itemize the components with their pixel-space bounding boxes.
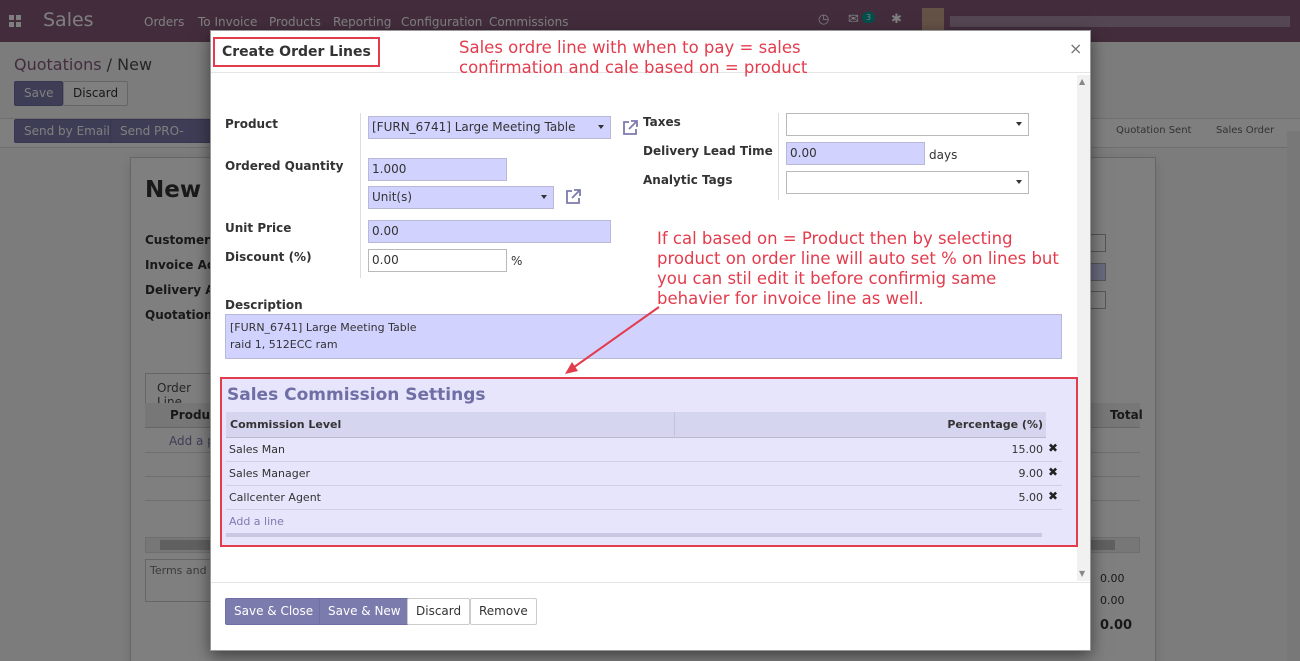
- commission-section-title: Sales Commission Settings: [227, 385, 486, 405]
- analytic-tags-select[interactable]: [786, 171, 1029, 194]
- uom-select[interactable]: Unit(s): [368, 186, 554, 209]
- commission-level-cell: Sales Man: [229, 443, 285, 456]
- percent-unit: %: [511, 254, 523, 268]
- chevron-down-icon: [541, 195, 547, 199]
- annotation-line: product on order line will auto set % on…: [657, 249, 1059, 268]
- col-percentage[interactable]: Percentage (%): [947, 418, 1043, 431]
- product-select[interactable]: [FURN_6741] Large Meeting Table: [368, 116, 611, 139]
- chevron-down-icon: [1016, 122, 1022, 126]
- delete-row-icon[interactable]: ✖: [1048, 489, 1058, 503]
- close-icon[interactable]: ×: [1069, 39, 1082, 58]
- dialog-scrollbar[interactable]: [1077, 75, 1090, 581]
- ordered-quantity-input[interactable]: 1.000: [368, 158, 507, 181]
- description-line: [FURN_6741] Large Meeting Table: [230, 321, 417, 334]
- external-link-icon[interactable]: [621, 119, 639, 137]
- sales-commission-settings: Sales Commission Settings Commission Lev…: [220, 377, 1078, 547]
- delivery-lead-time-input[interactable]: 0.00: [786, 142, 925, 165]
- product-label: Product: [225, 117, 278, 131]
- commission-level-cell: Callcenter Agent: [229, 491, 321, 504]
- unit-price-input[interactable]: 0.00: [368, 220, 611, 243]
- ordered-quantity-label: Ordered Quantity: [225, 159, 344, 173]
- percentage-cell: 5.00: [1018, 491, 1044, 504]
- taxes-label: Taxes: [643, 115, 681, 129]
- annotation-line: behavier for invoice line as well.: [657, 289, 924, 308]
- annotation-line: confirmation and cale based on = product: [459, 58, 808, 77]
- discount-label: Discount (%): [225, 250, 312, 264]
- percentage-cell: 15.00: [1011, 443, 1044, 456]
- table-footer-bar: [226, 533, 1042, 537]
- taxes-select[interactable]: [786, 113, 1029, 136]
- description-label: Description: [225, 298, 303, 312]
- column-divider: [674, 412, 675, 438]
- scroll-up-icon[interactable]: ▲: [1079, 77, 1085, 86]
- dialog-footer: Save & Close Save & New Discard Remove: [211, 582, 1090, 650]
- add-a-line-link[interactable]: Add a line: [229, 515, 284, 528]
- description-textarea[interactable]: [FURN_6741] Large Meeting Table raid 1, …: [225, 314, 1062, 359]
- delete-row-icon[interactable]: ✖: [1048, 465, 1058, 479]
- column-separator: [360, 113, 361, 278]
- col-commission-level[interactable]: Commission Level: [230, 418, 341, 431]
- annotation-top: Sales ordre line with when to pay = sale…: [459, 38, 807, 78]
- delete-row-icon[interactable]: ✖: [1048, 441, 1058, 455]
- annotation-line: Sales ordre line with when to pay = sale…: [459, 38, 801, 57]
- save-new-button[interactable]: Save & New: [319, 598, 410, 625]
- percentage-cell: 9.00: [1018, 467, 1044, 480]
- annotation-middle: If cal based on = Product then by select…: [657, 229, 1059, 309]
- unit-price-label: Unit Price: [225, 221, 292, 235]
- save-close-button[interactable]: Save & Close: [225, 598, 323, 625]
- annotation-line: If cal based on = Product then by select…: [657, 229, 1013, 248]
- days-unit: days: [929, 148, 958, 162]
- chevron-down-icon: [598, 125, 604, 129]
- discount-input[interactable]: 0.00: [368, 249, 507, 272]
- chevron-down-icon: [1016, 180, 1022, 184]
- uom-value: Unit(s): [372, 190, 413, 204]
- analytic-tags-label: Analytic Tags: [643, 173, 733, 187]
- delivery-lead-time-label: Delivery Lead Time: [643, 144, 773, 158]
- scroll-down-icon[interactable]: ▼: [1079, 569, 1085, 578]
- title-highlight: Create Order Lines: [213, 37, 380, 67]
- table-row[interactable]: Sales Manager 9.00 ✖: [226, 462, 1062, 486]
- dialog-title: Create Order Lines: [222, 44, 371, 60]
- product-value: [FURN_6741] Large Meeting Table: [372, 120, 576, 134]
- commission-level-cell: Sales Manager: [229, 467, 310, 480]
- description-line: raid 1, 512ECC ram: [230, 338, 338, 351]
- column-separator: [778, 113, 779, 200]
- remove-button[interactable]: Remove: [470, 598, 537, 625]
- discard-button[interactable]: Discard: [407, 598, 471, 625]
- commission-table-header: Commission Level Percentage (%): [226, 412, 1046, 438]
- add-line-row: Add a line: [226, 510, 1062, 534]
- annotation-line: you can stil edit it before confirmig sa…: [657, 269, 997, 288]
- external-link-icon[interactable]: [564, 188, 582, 206]
- create-order-lines-dialog: Create Order Lines × ▲ ▼ Product Ordered…: [210, 30, 1091, 651]
- table-row[interactable]: Callcenter Agent 5.00 ✖: [226, 486, 1062, 510]
- table-row[interactable]: Sales Man 15.00 ✖: [226, 438, 1062, 462]
